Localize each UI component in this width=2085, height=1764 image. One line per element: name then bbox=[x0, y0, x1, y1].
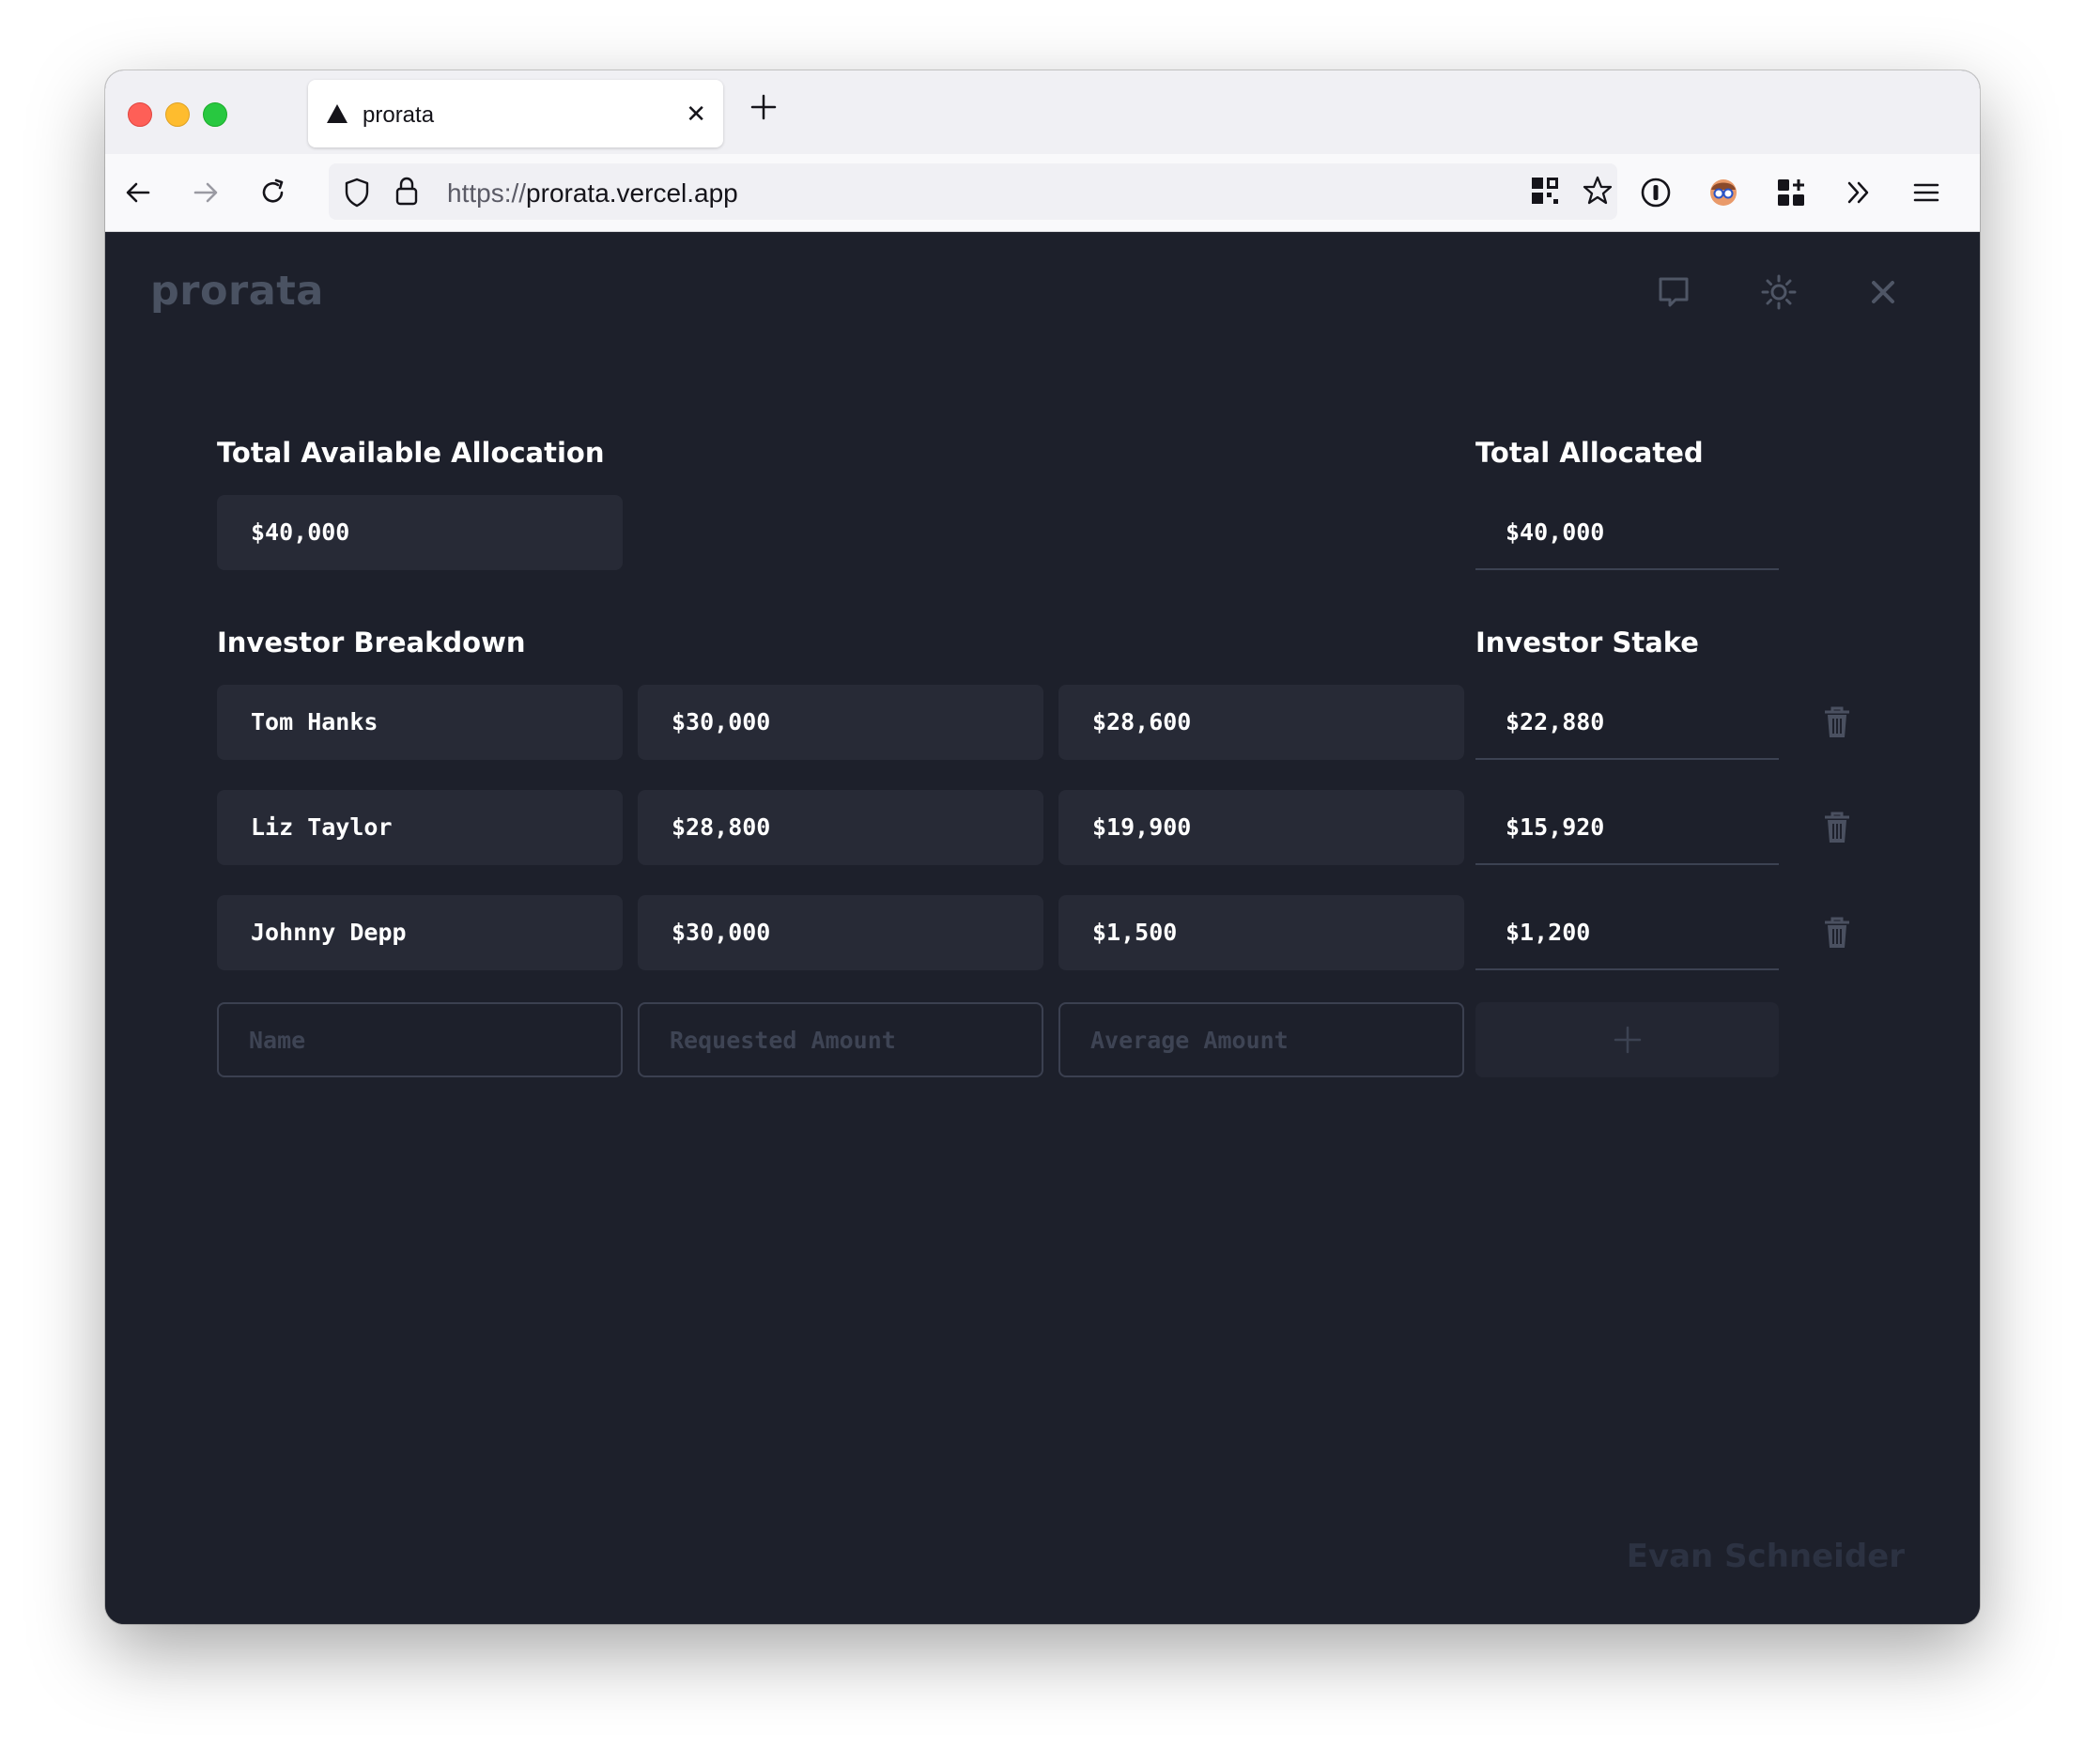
investor-name-input[interactable]: Liz Taylor bbox=[217, 790, 623, 865]
close-icon[interactable] bbox=[1864, 273, 1902, 311]
back-icon[interactable] bbox=[122, 177, 154, 209]
investor-stake-value: $1,200 bbox=[1475, 895, 1779, 970]
tab-close-icon[interactable]: ✕ bbox=[686, 101, 706, 126]
average-amount-input[interactable]: $19,900 bbox=[1058, 790, 1464, 865]
investor-breakdown-label: Investor Breakdown bbox=[217, 627, 526, 658]
new-average-amount-input[interactable] bbox=[1058, 1002, 1464, 1077]
investor-name-input[interactable]: Johnny Depp bbox=[217, 895, 623, 970]
menu-icon[interactable] bbox=[1910, 177, 1942, 209]
add-investor-button[interactable] bbox=[1475, 1002, 1779, 1077]
new-tab-icon[interactable] bbox=[749, 93, 778, 121]
new-requested-amount-input[interactable] bbox=[638, 1002, 1043, 1077]
total-available-allocation-label: Total Available Allocation bbox=[217, 437, 605, 469]
minimize-window-button[interactable] bbox=[165, 102, 190, 127]
extensions-grid-icon[interactable] bbox=[1775, 177, 1807, 209]
lock-icon[interactable] bbox=[394, 176, 419, 208]
investor-name-input[interactable]: Tom Hanks bbox=[217, 685, 623, 760]
app-content: prorata Total Available Allocation $40,0… bbox=[105, 232, 1980, 1624]
extension-avatar-icon[interactable] bbox=[1707, 177, 1739, 209]
bookmark-star-icon[interactable] bbox=[1582, 175, 1614, 207]
overflow-chevrons-icon[interactable] bbox=[1843, 177, 1875, 209]
password-manager-icon[interactable] bbox=[1640, 177, 1672, 209]
feedback-icon[interactable] bbox=[1655, 273, 1692, 311]
app-logo[interactable]: prorata bbox=[150, 268, 324, 315]
tab-bar: prorata ✕ bbox=[105, 70, 1980, 154]
qr-code-icon[interactable] bbox=[1531, 177, 1559, 205]
reload-icon[interactable] bbox=[257, 177, 289, 209]
vercel-icon bbox=[327, 104, 348, 123]
forward-icon[interactable] bbox=[190, 177, 222, 209]
average-amount-input[interactable]: $1,500 bbox=[1058, 895, 1464, 970]
requested-amount-input[interactable]: $28,800 bbox=[638, 790, 1043, 865]
investor-stake-label: Investor Stake bbox=[1475, 627, 1699, 658]
requested-amount-input[interactable]: $30,000 bbox=[638, 685, 1043, 760]
tab-title: prorata bbox=[363, 102, 435, 128]
investor-stake-value: $22,880 bbox=[1475, 685, 1779, 760]
total-allocated-label: Total Allocated bbox=[1475, 437, 1704, 469]
nav-bar: https://prorata.vercel.app bbox=[105, 154, 1980, 232]
total-allocated-value: $40,000 bbox=[1475, 495, 1779, 570]
trash-icon[interactable] bbox=[1822, 811, 1852, 844]
browser-window: prorata ✕ https://prorata.vercel.app pro… bbox=[105, 70, 1980, 1624]
shield-icon[interactable] bbox=[342, 177, 372, 209]
browser-tab[interactable]: prorata ✕ bbox=[308, 80, 723, 147]
maximize-window-button[interactable] bbox=[203, 102, 227, 127]
author-credit[interactable]: Evan Schneider bbox=[1627, 1538, 1905, 1575]
sun-icon[interactable] bbox=[1760, 273, 1798, 311]
average-amount-input[interactable]: $28,600 bbox=[1058, 685, 1464, 760]
trash-icon[interactable] bbox=[1822, 705, 1852, 739]
close-window-button[interactable] bbox=[128, 102, 152, 127]
investor-stake-value: $15,920 bbox=[1475, 790, 1779, 865]
total-available-allocation-input[interactable]: $40,000 bbox=[217, 495, 623, 570]
url-text[interactable]: https://prorata.vercel.app bbox=[447, 178, 738, 209]
url-bar[interactable]: https://prorata.vercel.app bbox=[329, 163, 1617, 220]
trash-icon[interactable] bbox=[1822, 916, 1852, 950]
requested-amount-input[interactable]: $30,000 bbox=[638, 895, 1043, 970]
plus-icon bbox=[1614, 1026, 1642, 1054]
new-investor-name-input[interactable] bbox=[217, 1002, 623, 1077]
